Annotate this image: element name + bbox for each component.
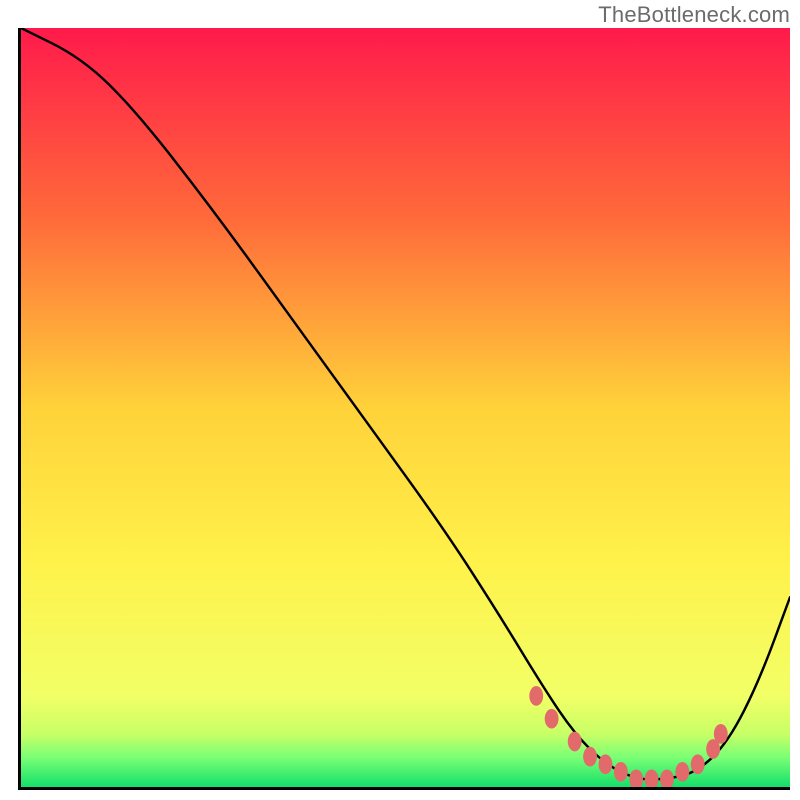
marker-dot (714, 724, 728, 744)
chart-frame: TheBottleneck.com (0, 0, 800, 800)
watermark-text: TheBottleneck.com (598, 2, 790, 28)
bottleneck-curve (21, 28, 790, 779)
marker-dot (629, 770, 643, 787)
marker-dot (545, 709, 559, 729)
plot-border (18, 28, 790, 790)
marker-dot (568, 732, 582, 752)
marker-dot (660, 770, 674, 787)
marker-dot (614, 762, 628, 782)
marker-dot (583, 747, 597, 767)
marker-dot (645, 770, 659, 787)
marker-dot (529, 686, 543, 706)
highlight-dots (529, 686, 727, 787)
marker-dot (691, 754, 705, 774)
marker-dot (675, 762, 689, 782)
plot-area (21, 28, 790, 787)
curve-layer (21, 28, 790, 787)
marker-dot (599, 754, 613, 774)
